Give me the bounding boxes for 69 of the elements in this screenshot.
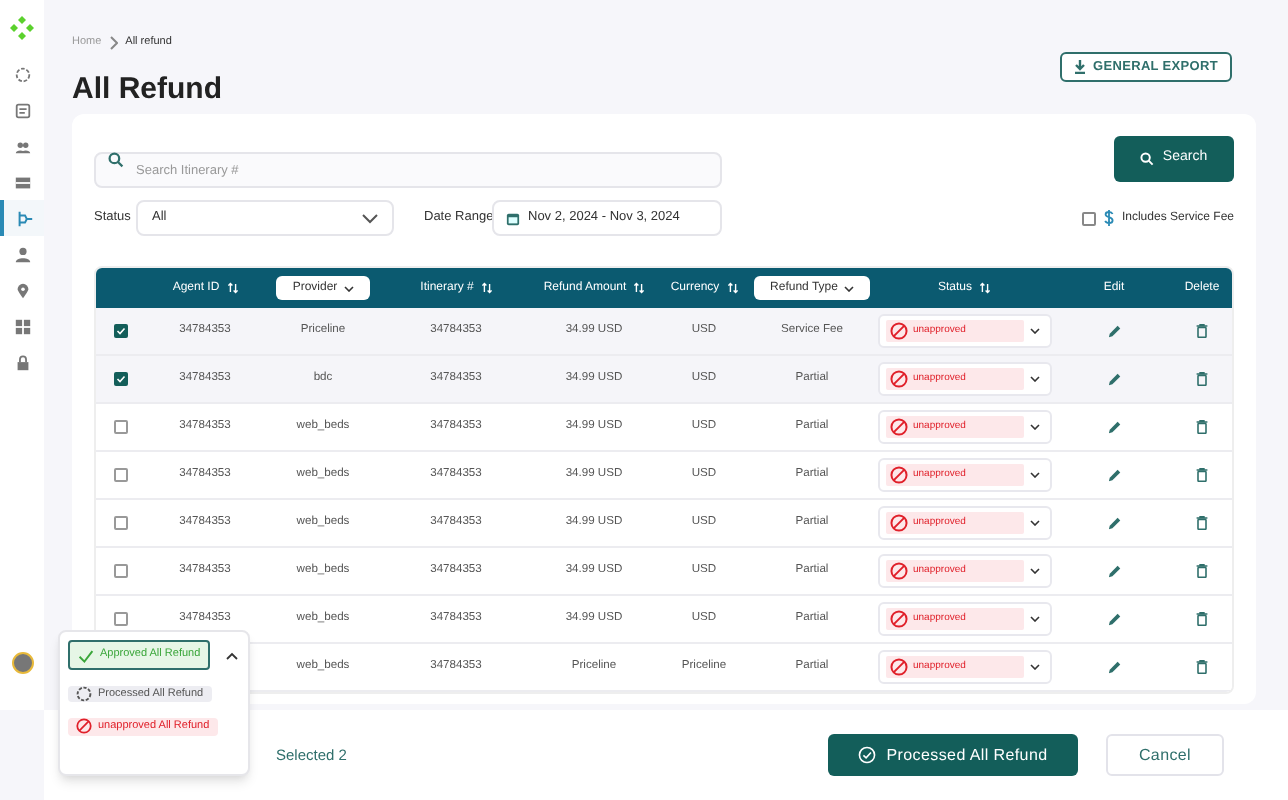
- row-checkbox[interactable]: [113, 612, 127, 626]
- trash-icon[interactable]: [1196, 516, 1208, 530]
- sort-icon: [727, 282, 738, 294]
- lock-icon: [13, 353, 31, 371]
- chevron-down-icon: [362, 213, 378, 223]
- pencil-icon[interactable]: [1107, 468, 1121, 482]
- pencil-icon[interactable]: [1107, 564, 1121, 578]
- sort-icon: [481, 282, 492, 294]
- row-checkbox[interactable]: [113, 468, 127, 482]
- prohibited-icon: [889, 562, 907, 580]
- pencil-icon[interactable]: [1107, 372, 1121, 386]
- prohibited-icon: [889, 658, 907, 676]
- row-checkbox[interactable]: [113, 420, 127, 434]
- pencil-icon[interactable]: [1107, 660, 1121, 674]
- trash-icon[interactable]: [1196, 324, 1208, 338]
- row-checkbox[interactable]: [113, 516, 127, 530]
- trash-icon[interactable]: [1196, 660, 1208, 674]
- chevron-down-icon: [843, 285, 854, 291]
- location-pin-icon: [13, 281, 31, 299]
- prohibited-icon: [76, 718, 92, 735]
- chevron-down-icon: [1030, 424, 1040, 430]
- trash-icon[interactable]: [1196, 612, 1208, 626]
- checkbox[interactable]: [1081, 211, 1096, 225]
- user-icon: [13, 245, 31, 263]
- pencil-icon[interactable]: [1107, 612, 1121, 626]
- chevron-down-icon: [1030, 664, 1040, 670]
- chevron-down-icon: [1030, 328, 1040, 334]
- grid-icon: [13, 317, 31, 335]
- row-checkbox[interactable]: [113, 564, 127, 578]
- prohibited-icon: [889, 466, 907, 484]
- prohibited-icon: [889, 610, 907, 628]
- pencil-icon[interactable]: [1107, 324, 1121, 338]
- prohibited-icon: [889, 514, 907, 532]
- prohibited-icon: [889, 322, 907, 340]
- page-title: All Refund: [72, 70, 222, 110]
- search-icon: [1140, 152, 1155, 166]
- trash-icon[interactable]: [1196, 420, 1208, 434]
- chevron-right-icon: [109, 35, 118, 49]
- avatar[interactable]: [12, 652, 34, 674]
- chevron-down-icon: [1030, 520, 1040, 526]
- sidebar-item[interactable]: [0, 200, 44, 236]
- prohibited-icon: [889, 370, 907, 388]
- loader-icon: [76, 686, 92, 703]
- check-icon: [78, 647, 94, 663]
- trash-icon[interactable]: [1196, 468, 1208, 482]
- chevron-down-icon: [1030, 376, 1040, 382]
- people-icon: [13, 137, 31, 155]
- prohibited-icon: [889, 418, 907, 436]
- logo-icon: [10, 16, 34, 40]
- trash-icon[interactable]: [1196, 564, 1208, 578]
- branch-icon: [15, 209, 33, 227]
- download-icon: [1073, 60, 1086, 74]
- chevron-down-icon: [1030, 568, 1040, 574]
- process-all-button[interactable]: Processed All Refund: [828, 734, 1078, 776]
- cancel-button[interactable]: Cancel: [1106, 734, 1224, 776]
- trash-icon[interactable]: [1196, 372, 1208, 386]
- pencil-icon[interactable]: [1107, 420, 1121, 434]
- search-icon: [108, 151, 124, 167]
- chevron-down-icon: [1030, 472, 1040, 478]
- chevron-down-icon: [1030, 616, 1040, 622]
- dollar-icon: [1103, 210, 1114, 226]
- check-circle-icon: [858, 746, 877, 764]
- sort-icon: [227, 282, 238, 294]
- sort-icon: [980, 282, 990, 294]
- pencil-icon[interactable]: [1107, 516, 1121, 530]
- chevron-down-icon: [343, 285, 354, 291]
- loader-icon: [13, 65, 31, 83]
- chevron-up-icon[interactable]: [226, 651, 239, 659]
- sort-icon: [634, 282, 645, 294]
